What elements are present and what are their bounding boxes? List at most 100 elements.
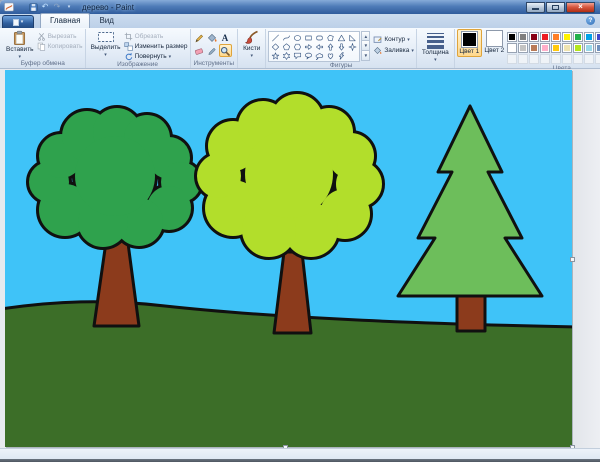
shape-diamond[interactable]	[270, 42, 281, 51]
help-icon[interactable]: ?	[586, 16, 595, 25]
close-icon: ×	[578, 3, 583, 11]
shape-callout-rectangle[interactable]	[292, 51, 303, 60]
palette-color[interactable]	[595, 43, 600, 53]
palette-color[interactable]	[584, 32, 594, 42]
select-button[interactable]: Выделить ▾	[88, 29, 124, 58]
shape-polygon[interactable]	[325, 33, 336, 42]
palette-empty-well[interactable]	[562, 54, 572, 64]
color2-swatch	[486, 30, 503, 47]
size-button[interactable]: Толщина ▾	[419, 29, 452, 63]
shape-arrow-up[interactable]	[325, 42, 336, 51]
rotate-icon	[124, 52, 133, 61]
shape-callout-cloud[interactable]	[314, 51, 325, 60]
shape-right-triangle[interactable]	[347, 33, 358, 42]
maximize-icon	[552, 5, 559, 10]
select-rectangle-icon	[97, 30, 115, 44]
scroll-down-icon[interactable]: ▼	[361, 41, 370, 51]
copy-button[interactable]: Копировать	[37, 42, 83, 51]
rotate-button[interactable]: Повернуть ▾	[124, 52, 188, 61]
color2-button[interactable]: Цвет 2	[482, 29, 507, 55]
outline-button[interactable]: Контур ▾	[373, 35, 414, 44]
crop-button[interactable]: Обрезать	[124, 32, 188, 41]
magnifier-tool[interactable]	[219, 44, 232, 57]
shape-lightning[interactable]	[336, 51, 347, 60]
shape-curve[interactable]	[281, 33, 292, 42]
pencil-tool[interactable]	[193, 31, 206, 44]
shape-star-6[interactable]	[281, 51, 292, 60]
drawing-canvas[interactable]	[5, 70, 572, 447]
paint-menu-button[interactable]: ▾	[2, 15, 34, 28]
palette-empty-well[interactable]	[518, 54, 528, 64]
shape-rectangle[interactable]	[303, 33, 314, 42]
shape-oval[interactable]	[292, 33, 303, 42]
palette-color[interactable]	[529, 43, 539, 53]
scroll-up-icon[interactable]: ▲	[361, 31, 370, 41]
palette-empty-well[interactable]	[540, 54, 550, 64]
resize-button[interactable]: Изменить размер	[124, 42, 188, 51]
palette-color[interactable]	[562, 43, 572, 53]
text-tool[interactable]: A	[219, 31, 232, 44]
maximize-button[interactable]	[546, 2, 565, 13]
palette-empty-well[interactable]	[507, 54, 517, 64]
palette-empty-well[interactable]	[573, 54, 583, 64]
gallery-more-icon[interactable]: ▼	[361, 51, 370, 61]
palette-color[interactable]	[595, 32, 600, 42]
text-icon: A	[220, 33, 230, 43]
color1-button[interactable]: Цвет 1	[457, 29, 482, 57]
palette-color[interactable]	[540, 32, 550, 42]
redo-icon[interactable]: ↷	[52, 2, 62, 13]
palette-color[interactable]	[573, 32, 583, 42]
tab-view[interactable]: Вид	[90, 14, 122, 28]
paste-button[interactable]: Вставить ▾	[3, 29, 37, 60]
fill-tool[interactable]	[206, 31, 219, 44]
palette-empty-well[interactable]	[529, 54, 539, 64]
palette-color[interactable]	[507, 43, 517, 53]
minimize-button[interactable]	[526, 2, 545, 13]
shape-star-4[interactable]	[347, 42, 358, 51]
palette-empty-well[interactable]	[584, 54, 594, 64]
shape-fill-button[interactable]: Заливка ▾	[373, 46, 414, 55]
shape-line[interactable]	[270, 33, 281, 42]
palette-color[interactable]	[518, 43, 528, 53]
save-icon[interactable]	[28, 2, 38, 13]
shape-arrow-left[interactable]	[314, 42, 325, 51]
shape-star-5[interactable]	[270, 51, 281, 60]
shape-hexagon[interactable]	[292, 42, 303, 51]
shape-triangle[interactable]	[336, 33, 347, 42]
color-picker-tool[interactable]	[206, 44, 219, 57]
titlebar: ↶ ↷ ▾ дерево - Paint ×	[0, 0, 600, 14]
palette-color[interactable]	[562, 32, 572, 42]
palette-color[interactable]	[551, 32, 561, 42]
palette-color[interactable]	[584, 43, 594, 53]
undo-icon[interactable]: ↶	[40, 2, 50, 13]
minimize-icon	[532, 8, 539, 10]
brushes-button[interactable]: Кисти ▾	[240, 29, 263, 59]
shape-callout-oval[interactable]	[303, 51, 314, 60]
group-colors: Цвет 1 Цвет 2 Изменение	[454, 29, 600, 68]
close-button[interactable]: ×	[566, 2, 595, 13]
palette-empty-well[interactable]	[595, 54, 600, 64]
canvas-resize-handle-right[interactable]	[570, 257, 575, 262]
palette-color[interactable]	[529, 32, 539, 42]
palette-color[interactable]	[573, 43, 583, 53]
shape-rounded-rectangle[interactable]	[314, 33, 325, 42]
color-palette	[507, 32, 600, 65]
copy-icon	[37, 42, 46, 51]
cut-button[interactable]: Вырезать	[37, 32, 83, 41]
color1-swatch	[461, 31, 478, 48]
shape-arrow-down[interactable]	[336, 42, 347, 51]
shape-heart[interactable]	[325, 51, 336, 60]
work-area	[0, 69, 600, 448]
palette-color[interactable]	[540, 43, 550, 53]
palette-color[interactable]	[518, 32, 528, 42]
palette-color[interactable]	[507, 32, 517, 42]
qat-dropdown-icon[interactable]: ▾	[64, 2, 74, 13]
shape-pentagon[interactable]	[281, 42, 292, 51]
palette-color[interactable]	[551, 43, 561, 53]
eraser-tool[interactable]	[193, 44, 206, 57]
palette-empty-well[interactable]	[551, 54, 561, 64]
tab-home[interactable]: Главная	[40, 13, 90, 28]
shape-arrow-right[interactable]	[303, 42, 314, 51]
fir-trunk	[457, 294, 485, 331]
group-label-tools: Инструменты	[193, 60, 236, 68]
